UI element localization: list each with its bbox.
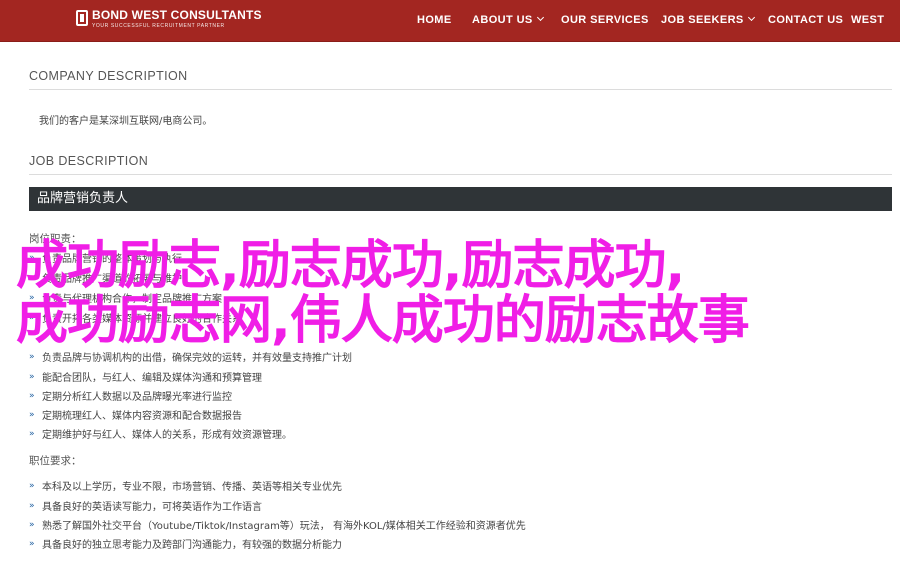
job-description-heading: JOB DESCRIPTION [29,154,149,168]
list-item: » 能配合团队，与红人、编辑及媒体沟通和预算管理 [29,371,262,385]
list-item: » 定期分析红人数据以及品牌曝光率进行监控 [29,390,232,404]
list-item: » 熟悉了解国外社交平台（Youtube/Tiktok/Instagram等）玩法… [29,519,526,533]
bullet-icon: » [29,351,35,362]
list-item: » 定期维护好与红人、媒体人的关系，形成有效资源管理。 [29,428,292,442]
list-item: » 具备良好的英语读写能力，可将英语作为工作语言 [29,500,262,514]
overlay-headline-line-2: 成功励志网,伟人成功的励志故事 [16,291,750,351]
company-description-text: 我们的客户是某深圳互联网/电商公司。 [39,116,213,127]
divider [29,89,892,90]
list-item: » 具备良好的独立思考能力及跨部门沟通能力，有较强的数据分析能力 [29,538,342,552]
overlay-headline-line-1: 成功励志,励志成功,励志成功, [16,236,685,296]
bullet-icon: » [29,500,35,511]
nav-job-seekers[interactable]: JOB SEEKERS [661,11,755,29]
nav-our-services[interactable]: OUR SERVICES [561,11,649,29]
bullet-icon: » [29,390,35,401]
nav-about-us[interactable]: ABOUT US [472,11,544,29]
nav-west[interactable]: WEST [851,11,884,29]
list-item: » 本科及以上学历，专业不限，市场营销、传播、英语等相关专业优先 [29,480,342,494]
company-description-heading: COMPANY DESCRIPTION [29,69,188,83]
list-item: » 负责品牌与协调机构的出借，确保完效的运转，并有效量支持推广计划 [29,351,352,365]
bullet-icon: » [29,428,35,439]
nav-home[interactable]: HOME [417,11,452,29]
top-navigation-bar: BOND WEST CONSULTANTS YOUR SUCCESSFUL RE… [0,0,900,42]
requirements-heading: 职位要求： [29,455,82,467]
bullet-icon: » [29,409,35,420]
bullet-icon: » [29,538,35,549]
chevron-down-icon [536,13,544,22]
nav-contact-us[interactable]: CONTACT US [768,11,843,29]
chevron-down-icon [747,13,755,22]
divider [29,174,892,175]
position-title-bar: 品牌营销负责人 [29,187,892,211]
position-title: 品牌营销负责人 [37,191,129,206]
main-nav: HOME ABOUT US OUR SERVICES JOB SEEKERS C… [0,0,900,42]
list-item: » 定期梳理红人、媒体内容资源和配合数据报告 [29,409,242,423]
bullet-icon: » [29,519,35,530]
bullet-icon: » [29,480,35,491]
bullet-icon: » [29,371,35,382]
